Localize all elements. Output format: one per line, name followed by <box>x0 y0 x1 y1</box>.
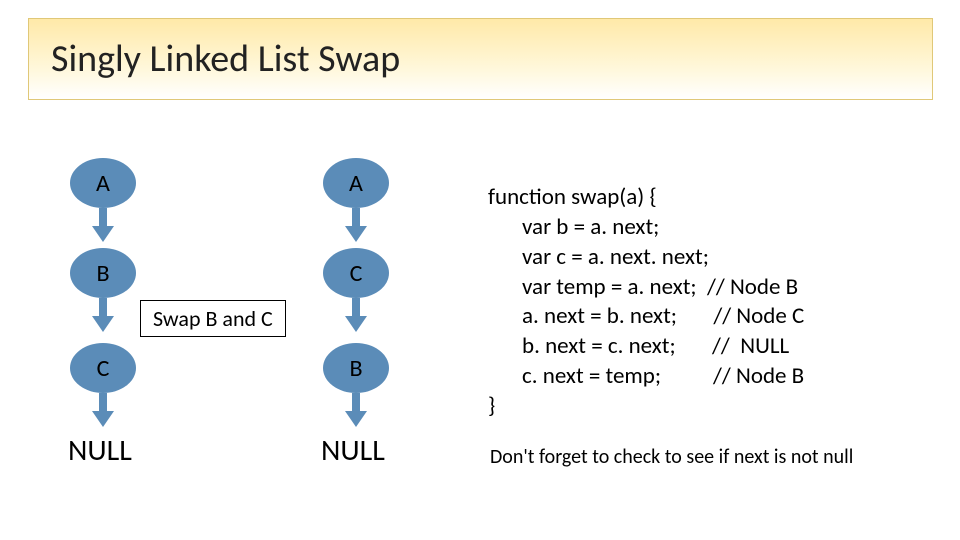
arrow-down-icon <box>347 298 365 332</box>
right-node-c: C <box>323 248 389 298</box>
arrow-down-icon <box>347 393 365 427</box>
slide-title: Singly Linked List Swap <box>51 36 400 82</box>
code-line: a. next = b. next; // Node C <box>522 302 804 330</box>
right-null-label: NULL <box>321 432 385 469</box>
code-line: } <box>488 392 495 420</box>
arrow-down-icon <box>94 208 112 242</box>
left-node-b: B <box>70 248 136 298</box>
code-line: b. next = c. next; // NULL <box>522 332 789 360</box>
code-line: function swap(a) { <box>488 183 657 211</box>
right-node-a: A <box>323 158 389 208</box>
arrow-down-icon <box>94 298 112 332</box>
footnote-text: Don't forget to check to see if next is … <box>490 445 853 469</box>
left-node-c: C <box>70 343 136 393</box>
node-label: C <box>97 354 110 383</box>
code-line: var temp = a. next; // Node B <box>522 273 798 301</box>
node-label: B <box>96 259 109 288</box>
left-null-label: NULL <box>68 432 132 469</box>
code-line: var b = a. next; <box>522 213 659 241</box>
node-label: A <box>96 169 110 198</box>
right-node-b: B <box>323 343 389 393</box>
code-line: var c = a. next. next; <box>522 243 709 271</box>
swap-label-text: Swap B and C <box>153 305 273 332</box>
node-label: A <box>349 169 363 198</box>
arrow-down-icon <box>347 208 365 242</box>
left-node-a: A <box>70 158 136 208</box>
node-label: B <box>349 354 362 383</box>
title-banner: Singly Linked List Swap <box>28 18 933 100</box>
code-line: c. next = temp; // Node B <box>522 362 804 390</box>
code-snippet: function swap(a) { var b = a. next; var … <box>488 153 804 422</box>
node-label: C <box>350 259 363 288</box>
linked-list-diagram: A B C NULL Swap B and C A C B NULL <box>40 140 460 520</box>
swap-annotation: Swap B and C <box>140 300 286 337</box>
arrow-down-icon <box>94 393 112 427</box>
